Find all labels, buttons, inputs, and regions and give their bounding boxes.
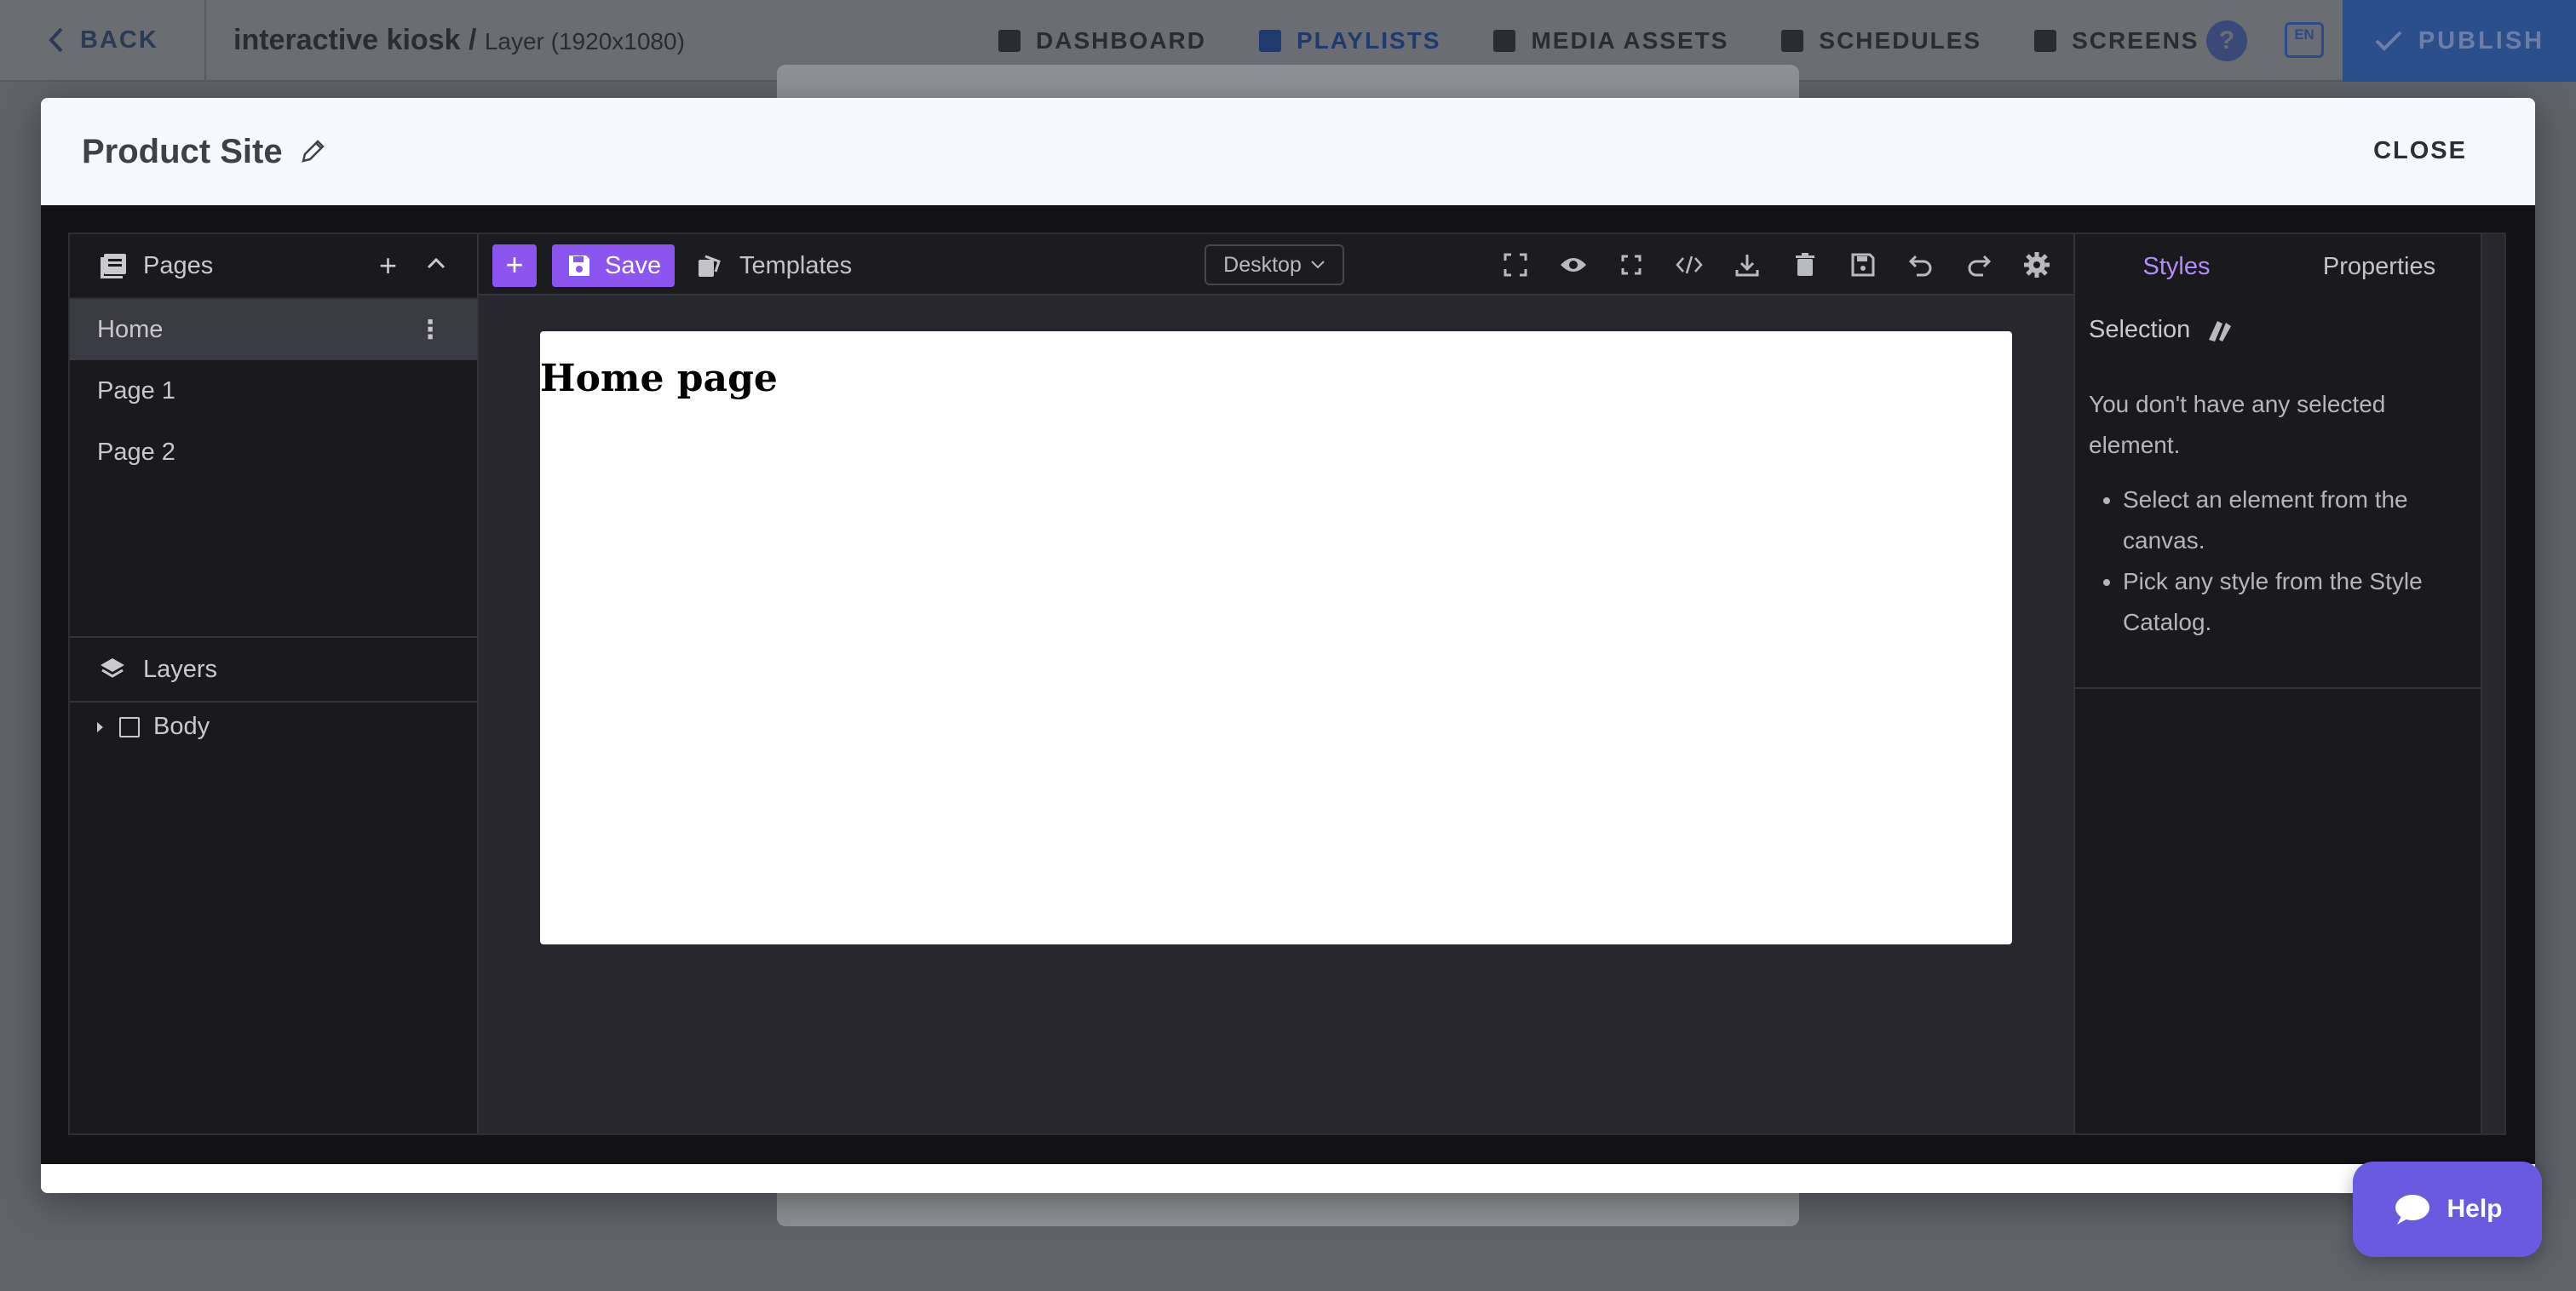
modal-title: Product Site [82, 132, 283, 170]
selection-label: Selection [2089, 316, 2191, 343]
layer-item-body[interactable]: Body [94, 713, 210, 741]
layers-header: Layers [70, 636, 477, 703]
trash-icon[interactable] [1791, 246, 1820, 284]
layers-icon [101, 658, 124, 678]
box-icon [119, 716, 140, 737]
chevron-left-icon [49, 27, 63, 53]
selection-info: You don't have any selected element. Sel… [2089, 384, 2472, 643]
right-tabs: Styles Properties [2075, 234, 2481, 299]
breadcrumb-project[interactable]: interactive kiosk [233, 24, 460, 56]
screen-icon [2034, 30, 2057, 52]
close-button[interactable]: CLOSE [2373, 137, 2467, 165]
nav-playlists[interactable]: PLAYLISTS [1259, 27, 1440, 55]
preview-eye-icon[interactable] [1559, 246, 1588, 284]
left-panel: Pages + Home ⋮ Page 1 Page 2 Layers Body [70, 234, 479, 1133]
nav-dashboard[interactable]: DASHBOARD [998, 27, 1206, 55]
tips-list: Select an element from the canvas. Pick … [2089, 479, 2472, 643]
panel-divider [2075, 687, 2481, 689]
web-builder: Pages + Home ⋮ Page 1 Page 2 Layers Body… [68, 232, 2506, 1135]
language-button[interactable]: EN [2285, 22, 2324, 58]
chevron-down-icon [1311, 261, 1325, 269]
selection-row: Selection [2089, 316, 2233, 344]
page-item-home[interactable]: Home ⋮ [70, 299, 477, 360]
help-question-icon[interactable]: ? [2206, 20, 2247, 61]
modal-header: Product Site CLOSE [41, 98, 2535, 205]
nav-media-label: MEDIA ASSETS [1531, 27, 1729, 54]
media-icon [1493, 30, 1516, 52]
page-label: Home [97, 315, 164, 343]
nav-schedules-label: SCHEDULES [1819, 27, 1982, 54]
device-label: Desktop [1223, 252, 1302, 277]
tip-item: Pick any style from the Style Catalog. [2123, 561, 2472, 643]
page-label: Page 2 [97, 438, 175, 466]
back-label: BACK [80, 26, 158, 54]
publish-button[interactable]: PUBLISH [2343, 0, 2576, 82]
download-icon[interactable] [1733, 246, 1762, 284]
caret-right-icon[interactable] [94, 719, 106, 736]
breadcrumb: interactive kiosk / Layer (1920x1080) [206, 24, 685, 57]
calendar-icon [1781, 30, 1804, 52]
pages-header: Pages + [70, 234, 477, 299]
save-button[interactable]: Save [552, 244, 675, 287]
nav-schedules[interactable]: SCHEDULES [1781, 27, 1981, 55]
modal-footer [41, 1164, 2535, 1193]
more-vertical-icon[interactable]: ⋮ [417, 315, 443, 345]
pages-icon [101, 254, 126, 278]
editor-area: Pages + Home ⋮ Page 1 Page 2 Layers Body… [41, 205, 2535, 1164]
settings-gear-icon[interactable] [2022, 246, 2051, 284]
back-button[interactable]: BACK [0, 0, 206, 81]
toolbar-icons [1501, 246, 2051, 284]
page-item-page-1[interactable]: Page 1 [70, 360, 477, 422]
page-label: Page 1 [97, 376, 175, 405]
save-icon [569, 255, 589, 276]
add-page-icon[interactable]: + [379, 248, 397, 284]
editor-scrollbar[interactable] [2482, 234, 2504, 1133]
breadcrumb-separator: / [468, 23, 477, 56]
nav-playlists-label: PLAYLISTS [1297, 27, 1441, 54]
templates-icon [699, 255, 721, 277]
pages-title: Pages [143, 251, 214, 279]
tab-styles[interactable]: Styles [2075, 253, 2278, 281]
select-area-icon[interactable] [1501, 246, 1530, 284]
canvas-area: + Save Templates Desktop Home page [479, 234, 2073, 1133]
dashboard-icon [998, 30, 1021, 52]
check-icon [2375, 31, 2402, 51]
fullscreen-icon[interactable] [1617, 246, 1646, 284]
nav-screens-label: SCREENS [2072, 27, 2199, 54]
empty-selection-message: You don't have any selected element. [2089, 391, 2386, 458]
selection-style-icon[interactable] [2205, 318, 2233, 343]
undo-icon[interactable] [1906, 246, 1935, 284]
layers-title: Layers [143, 655, 218, 683]
templates-button[interactable]: Templates [697, 244, 852, 287]
chevron-up-icon[interactable] [426, 248, 446, 278]
layer-label: Body [153, 713, 210, 740]
nav-dashboard-label: DASHBOARD [1036, 27, 1206, 54]
templates-label: Templates [739, 251, 853, 279]
save-local-icon[interactable] [1849, 246, 1877, 284]
device-select[interactable]: Desktop [1205, 244, 1344, 285]
redo-icon[interactable] [1964, 246, 1993, 284]
code-icon[interactable] [1675, 246, 1704, 284]
playlist-icon [1259, 30, 1281, 52]
pencil-icon[interactable] [298, 137, 327, 166]
editor-modal: Product Site CLOSE Pages + Home ⋮ Page 1… [41, 98, 2535, 1193]
canvas-heading[interactable]: Home page [540, 331, 2012, 400]
publish-label: PUBLISH [2418, 26, 2545, 55]
help-label: Help [2447, 1195, 2503, 1223]
tab-properties[interactable]: Properties [2278, 253, 2481, 281]
add-block-button[interactable]: + [492, 244, 537, 287]
nav-screens[interactable]: SCREENS [2034, 27, 2199, 55]
page-item-page-2[interactable]: Page 2 [70, 422, 477, 483]
editor-toolbar: + Save Templates Desktop [479, 234, 2073, 295]
save-label: Save [605, 251, 662, 279]
right-panel: Styles Properties Selection You don't ha… [2073, 234, 2482, 1133]
tip-item: Select an element from the canvas. [2123, 479, 2472, 561]
page-canvas[interactable]: Home page [540, 331, 2012, 944]
breadcrumb-layer: Layer (1920x1080) [484, 27, 685, 55]
nav-media-assets[interactable]: MEDIA ASSETS [1493, 27, 1728, 55]
chat-bubble-icon [2395, 1195, 2430, 1225]
help-chat-button[interactable]: Help [2353, 1162, 2542, 1257]
